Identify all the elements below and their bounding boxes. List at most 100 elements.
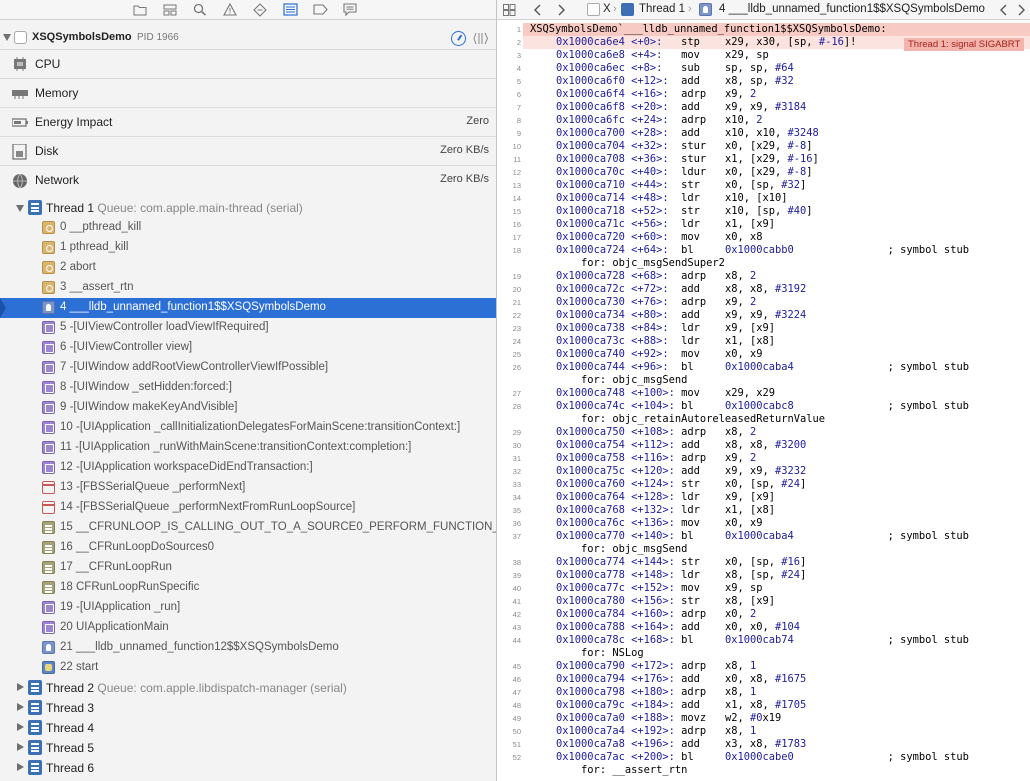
stack-frame-row[interactable]: 20 UIApplicationMain xyxy=(0,618,496,638)
line-number[interactable]: 9 xyxy=(497,127,521,140)
line-number[interactable]: 7 xyxy=(497,101,521,114)
line-number[interactable]: 33 xyxy=(497,478,521,491)
line-number[interactable]: 49 xyxy=(497,712,521,725)
line-number[interactable]: 30 xyxy=(497,439,521,452)
stack-frame-row[interactable]: 21 ___lldb_unnamed_function12$$XSQSymbol… xyxy=(0,638,496,658)
disassembly-code[interactable]: 1 XSQSymbolsDemo`___lldb_unnamed_function… xyxy=(497,23,1030,777)
warning-icon[interactable] xyxy=(222,2,238,17)
disclosure-triangle-icon[interactable] xyxy=(17,703,24,711)
line-number[interactable]: 18 xyxy=(497,244,521,257)
line-number[interactable]: 21 xyxy=(497,296,521,309)
stack-frame-row[interactable]: 3 __assert_rtn xyxy=(0,278,496,298)
thread-row[interactable]: Thread 2 Queue: com.apple.libdispatch-ma… xyxy=(0,678,496,698)
search-icon[interactable] xyxy=(192,2,208,17)
line-number[interactable]: 22 xyxy=(497,309,521,322)
line-number[interactable]: 32 xyxy=(497,465,521,478)
stack-frame-row[interactable]: 19 -[UIApplication _run] xyxy=(0,598,496,618)
thread-row[interactable]: Thread 5 xyxy=(0,738,496,758)
stack-frame-row[interactable]: 5 -[UIViewController loadViewIfRequired] xyxy=(0,318,496,338)
line-number[interactable]: 5 xyxy=(497,75,521,88)
line-number[interactable]: 27 xyxy=(497,387,521,400)
line-number[interactable]: 48 xyxy=(497,699,521,712)
line-number[interactable]: 34 xyxy=(497,491,521,504)
line-number[interactable]: 51 xyxy=(497,738,521,751)
line-number[interactable]: 36 xyxy=(497,517,521,530)
thread-row[interactable]: Thread 6 xyxy=(0,758,496,778)
stack-frame-row[interactable]: 4 ___lldb_unnamed_function1$$XSQSymbolsD… xyxy=(0,298,496,318)
line-number[interactable]: 8 xyxy=(497,114,521,127)
line-number[interactable]: 13 xyxy=(497,179,521,192)
line-number[interactable]: 46 xyxy=(497,673,521,686)
stack-frame-row[interactable]: 14 -[FBSSerialQueue _performNextFromRunL… xyxy=(0,498,496,518)
stack-frame-row[interactable]: 0 __pthread_kill xyxy=(0,218,496,238)
line-number[interactable]: 2 xyxy=(497,36,521,49)
forward-arrow-icon[interactable] xyxy=(558,4,566,16)
line-number[interactable]: 38 xyxy=(497,556,521,569)
process-row[interactable]: XSQSymbolsDemo PID 1966 xyxy=(0,28,496,48)
log-icon[interactable] xyxy=(342,2,358,17)
disclosure-triangle-icon[interactable] xyxy=(17,763,24,771)
line-number[interactable]: 43 xyxy=(497,621,521,634)
energy-gauge[interactable]: Energy Impact Zero xyxy=(0,107,496,136)
signal-badge[interactable]: Thread 1: signal SIGABRT xyxy=(904,38,1025,51)
line-number[interactable]: 28 xyxy=(497,400,521,413)
test-icon[interactable] xyxy=(252,2,268,17)
stack-frame-row[interactable]: 1 pthread_kill xyxy=(0,238,496,258)
line-number[interactable]: 15 xyxy=(497,205,521,218)
jumpbar-crumb-thread[interactable]: Thread 1 xyxy=(639,3,685,15)
disclosure-triangle-icon[interactable] xyxy=(3,34,11,41)
disclosure-triangle-icon[interactable] xyxy=(17,743,24,751)
line-number[interactable]: 26 xyxy=(497,361,521,374)
line-number[interactable]: 19 xyxy=(497,270,521,283)
line-number[interactable]: 41 xyxy=(497,595,521,608)
line-number[interactable]: 20 xyxy=(497,283,521,296)
stack-frame-row[interactable]: 22 start xyxy=(0,658,496,678)
line-number[interactable]: 1 xyxy=(497,23,521,36)
stack-frame-row[interactable]: 12 -[UIApplication workspaceDidEndTransa… xyxy=(0,458,496,478)
process-view-options-icon[interactable] xyxy=(473,32,489,45)
line-number[interactable]: 16 xyxy=(497,218,521,231)
disclosure-triangle-icon[interactable] xyxy=(17,723,24,731)
line-number[interactable]: 40 xyxy=(497,582,521,595)
stack-frame-row[interactable]: 10 -[UIApplication _callInitializationDe… xyxy=(0,418,496,438)
line-number[interactable]: 12 xyxy=(497,166,521,179)
line-number[interactable]: 35 xyxy=(497,504,521,517)
line-number[interactable]: 29 xyxy=(497,426,521,439)
breakpoint-icon[interactable] xyxy=(312,2,328,17)
line-number[interactable]: 31 xyxy=(497,452,521,465)
line-number[interactable]: 39 xyxy=(497,569,521,582)
line-number[interactable]: 52 xyxy=(497,751,521,764)
line-number[interactable]: 3 xyxy=(497,49,521,62)
line-number[interactable]: 17 xyxy=(497,231,521,244)
line-number[interactable]: 4 xyxy=(497,62,521,75)
disclosure-triangle-icon[interactable] xyxy=(17,683,24,691)
line-number[interactable]: 6 xyxy=(497,88,521,101)
previous-issue-icon[interactable] xyxy=(999,4,1007,16)
jumpbar-crumb-project[interactable]: X xyxy=(603,3,611,15)
line-number[interactable]: 42 xyxy=(497,608,521,621)
thread-row[interactable]: Thread 3 xyxy=(0,698,496,718)
stack-frame-row[interactable]: 2 abort xyxy=(0,258,496,278)
line-number[interactable]: 10 xyxy=(497,140,521,153)
debug-navigator-icon[interactable] xyxy=(282,2,298,17)
back-arrow-icon[interactable] xyxy=(533,4,541,16)
thread-1-row[interactable]: Thread 1 Queue: com.apple.main-thread (s… xyxy=(0,198,496,218)
line-number[interactable]: 47 xyxy=(497,686,521,699)
network-gauge[interactable]: Network Zero KB/s xyxy=(0,165,496,194)
stack-frame-row[interactable]: 13 -[FBSSerialQueue _performNext] xyxy=(0,478,496,498)
line-number[interactable]: 44 xyxy=(497,634,521,647)
stack-frame-row[interactable]: 9 -[UIWindow makeKeyAndVisible] xyxy=(0,398,496,418)
line-number[interactable]: 45 xyxy=(497,660,521,673)
gauge-icon[interactable] xyxy=(451,31,466,46)
related-items-icon[interactable] xyxy=(503,4,516,16)
disk-gauge[interactable]: Disk Zero KB/s xyxy=(0,136,496,165)
thread-row[interactable]: Thread 4 xyxy=(0,718,496,738)
line-number[interactable]: 50 xyxy=(497,725,521,738)
stack-frame-row[interactable]: 15 __CFRUNLOOP_IS_CALLING_OUT_TO_A_SOURC… xyxy=(0,518,496,538)
cpu-gauge[interactable]: CPU xyxy=(0,49,496,78)
stack-frame-row[interactable]: 8 -[UIWindow _setHidden:forced:] xyxy=(0,378,496,398)
stack-frame-row[interactable]: 7 -[UIWindow addRootViewControllerViewIf… xyxy=(0,358,496,378)
stack-frame-row[interactable]: 6 -[UIViewController view] xyxy=(0,338,496,358)
hierarchy-icon[interactable] xyxy=(162,2,178,17)
line-number[interactable]: 23 xyxy=(497,322,521,335)
